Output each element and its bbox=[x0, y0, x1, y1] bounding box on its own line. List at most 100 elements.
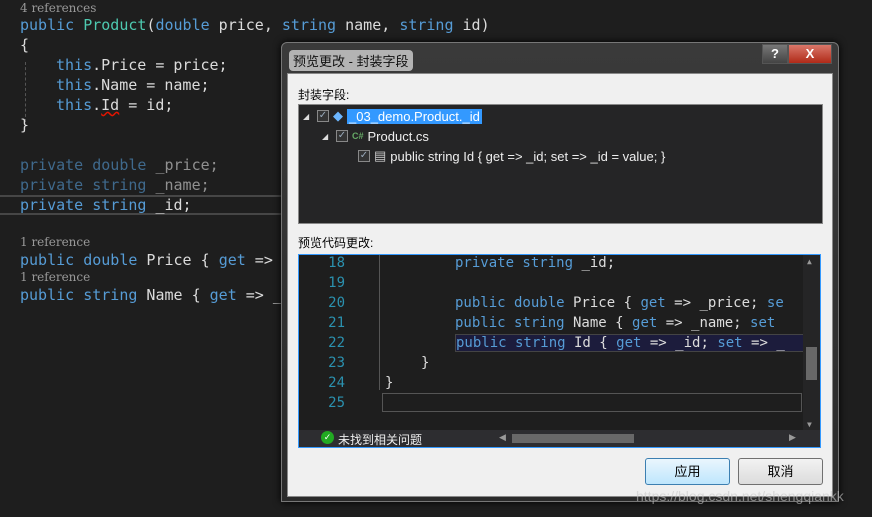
code-preview[interactable]: 18 19 20 21 22 23 24 25 private string _… bbox=[298, 254, 821, 448]
code-line-changed: public string Id { get => _id; set => _ bbox=[455, 334, 815, 352]
line-number: 21 bbox=[328, 315, 345, 331]
token: Id { bbox=[565, 335, 617, 351]
code-line: private string _id; bbox=[20, 195, 192, 215]
token: Price { bbox=[564, 295, 641, 311]
line-number: 20 bbox=[328, 295, 345, 311]
token: this bbox=[56, 56, 93, 74]
token: private bbox=[20, 196, 84, 214]
cancel-button[interactable]: 取消 bbox=[738, 458, 823, 485]
token: name, bbox=[336, 16, 400, 34]
vertical-scrollbar[interactable]: ▲ ▼ bbox=[803, 255, 820, 431]
code-line: { bbox=[20, 36, 30, 54]
tree-item[interactable]: ✓ ▤ public string Id { get => _id; set => … bbox=[358, 147, 665, 165]
token: get bbox=[616, 335, 642, 351]
field-icon: ◆ bbox=[333, 108, 343, 123]
outline-line bbox=[379, 255, 380, 390]
tree-item-label: public string Id { get => _id; set => _i… bbox=[390, 148, 666, 164]
line-number: 18 bbox=[328, 255, 345, 271]
tree-label: 封装字段: bbox=[298, 88, 350, 102]
token: => bbox=[245, 251, 273, 269]
code-line: public double Price { get => bbox=[20, 250, 273, 270]
success-check-icon: ✓ bbox=[321, 431, 334, 444]
line-number: 22 bbox=[328, 335, 345, 351]
token: string bbox=[92, 176, 147, 194]
expand-triangle-icon[interactable]: ◢ bbox=[322, 132, 332, 141]
token: double bbox=[92, 156, 147, 174]
code-line: public double Price { get => _price; se bbox=[455, 295, 784, 311]
token: public bbox=[20, 286, 75, 304]
token: string bbox=[83, 286, 138, 304]
code-line: this.Price = price; bbox=[56, 55, 228, 75]
apply-button[interactable]: 应用 bbox=[645, 458, 730, 485]
preview-label: 预览代码更改: bbox=[298, 236, 374, 250]
tree-item[interactable]: ◢ ✓ ◆ _03_demo.Product._id bbox=[303, 107, 482, 125]
code-line: } bbox=[20, 116, 30, 134]
token: . bbox=[92, 96, 102, 114]
code-line: private double _price; bbox=[20, 155, 219, 175]
line-number: 23 bbox=[328, 355, 345, 371]
scroll-thumb[interactable] bbox=[806, 347, 817, 380]
token: set bbox=[717, 335, 743, 351]
codelens-references[interactable]: 1 reference bbox=[20, 270, 90, 284]
token: get bbox=[640, 295, 666, 311]
code-line: private string _id; bbox=[455, 255, 615, 271]
token: get bbox=[632, 315, 658, 331]
token: _id; bbox=[155, 196, 192, 214]
token: string bbox=[92, 196, 147, 214]
expand-triangle-icon[interactable]: ◢ bbox=[303, 112, 313, 121]
token: public string bbox=[456, 335, 566, 351]
token: .Name = name; bbox=[92, 76, 210, 94]
token: => _name; bbox=[657, 315, 751, 331]
code-line: public string Name { get => _ bbox=[20, 285, 282, 305]
token: => _ bbox=[742, 335, 785, 351]
token: double bbox=[83, 251, 138, 269]
dialog-title: 预览更改 - 封装字段 bbox=[289, 50, 413, 71]
close-button[interactable]: X bbox=[788, 44, 832, 64]
code-line: this.Id = id; bbox=[56, 95, 173, 115]
tree-item[interactable]: ◢ ✓ C# Product.cs bbox=[322, 127, 429, 145]
line-number: 19 bbox=[328, 275, 345, 291]
line-number: 25 bbox=[328, 395, 345, 411]
status-text: 未找到相关问题 bbox=[338, 433, 423, 447]
codelens-references[interactable]: 4 references bbox=[20, 1, 96, 15]
scroll-right-icon[interactable]: ▶ bbox=[789, 432, 796, 443]
code-line: this.Name = name; bbox=[56, 75, 210, 95]
checkbox[interactable]: ✓ bbox=[358, 150, 370, 162]
token: = id; bbox=[119, 96, 174, 114]
token: Name { bbox=[137, 286, 210, 304]
token: _name; bbox=[155, 176, 210, 194]
code-line: private string _name; bbox=[20, 175, 210, 195]
token: => _ bbox=[236, 286, 282, 304]
codelens-references[interactable]: 1 reference bbox=[20, 235, 90, 249]
token: private bbox=[20, 176, 84, 194]
token: double bbox=[155, 16, 210, 34]
changes-tree[interactable]: ◢ ✓ ◆ _03_demo.Product._id ◢ ✓ C# Product.cs ✓… bbox=[298, 104, 823, 224]
horizontal-scroll-thumb[interactable] bbox=[512, 434, 634, 443]
code-line: public string Name { get => _name; set bbox=[455, 315, 775, 331]
code-line: } bbox=[385, 375, 394, 391]
error-squiggle: Id bbox=[101, 96, 120, 114]
checkbox[interactable]: ✓ bbox=[317, 110, 329, 122]
token: _price; bbox=[155, 156, 219, 174]
token: => _id; bbox=[641, 335, 718, 351]
indent-guide bbox=[25, 62, 26, 122]
token: this bbox=[56, 96, 93, 114]
help-button[interactable]: ? bbox=[762, 44, 788, 64]
token: set bbox=[750, 315, 776, 331]
scroll-left-icon[interactable]: ◀ bbox=[499, 432, 506, 443]
code-line: public Product(double price, string name… bbox=[20, 15, 490, 35]
token: string bbox=[281, 16, 337, 34]
token: price, bbox=[209, 16, 282, 34]
csharp-file-icon: C# bbox=[352, 131, 364, 141]
preview-changes-dialog: 预览更改 - 封装字段 ? X 封装字段: ◢ ✓ ◆ _03_demo.Produc… bbox=[281, 42, 839, 502]
checkbox[interactable]: ✓ bbox=[336, 130, 348, 142]
tree-item-label: Product.cs bbox=[367, 128, 429, 144]
token: Name { bbox=[564, 315, 633, 331]
dialog-body: 封装字段: ◢ ✓ ◆ _03_demo.Product._id ◢ ✓ C# Produc… bbox=[287, 73, 833, 497]
token: public bbox=[20, 251, 75, 269]
token: _id; bbox=[573, 255, 616, 271]
line-number: 24 bbox=[328, 375, 345, 391]
caret-line bbox=[382, 393, 802, 412]
token: get bbox=[218, 251, 246, 269]
token: id) bbox=[453, 16, 490, 34]
